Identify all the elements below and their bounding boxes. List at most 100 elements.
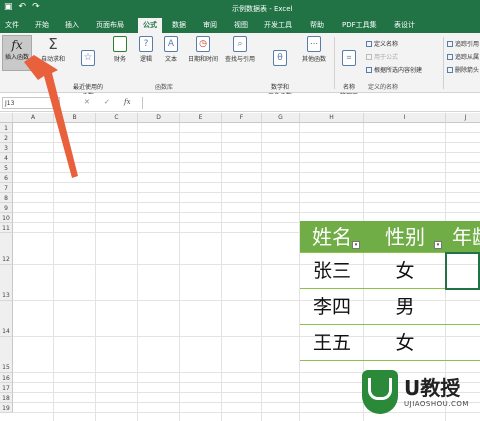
table-cell[interactable]: 男 xyxy=(364,289,446,325)
row-header-1[interactable]: 1 xyxy=(0,123,13,133)
remove-arrows-button[interactable]: 删除箭头 xyxy=(447,65,479,74)
book-icon xyxy=(113,36,127,52)
autosum-button[interactable]: Σ 自动求和 xyxy=(38,36,68,63)
column-header-f[interactable]: F xyxy=(222,113,262,123)
more-icon: ⋯ xyxy=(307,36,321,52)
text-button[interactable]: A 文本 xyxy=(161,36,181,63)
tab-view[interactable]: 视图 xyxy=(234,20,248,30)
ribbon-formulas: fx 插入函数 Σ 自动求和 ☆ 最近使用的 函数 财务 ? 逻辑 A 文本 ◷… xyxy=(0,33,480,100)
table-cell[interactable]: 女 xyxy=(364,325,446,361)
formula-input[interactable] xyxy=(142,97,478,109)
row-header-6[interactable]: 6 xyxy=(0,173,13,183)
enter-icon[interactable]: ✓ xyxy=(104,98,110,106)
table-header-age[interactable]: 年龄 xyxy=(446,221,480,253)
tab-home[interactable]: 开始 xyxy=(35,20,49,30)
create-from-selection-button[interactable]: 根据所选内容创建 xyxy=(366,65,422,74)
table-cell[interactable]: 张三 xyxy=(300,253,364,289)
grid-line xyxy=(13,202,480,203)
trace-precedents-label: 追踪引用 xyxy=(455,41,480,48)
column-header-c[interactable]: C xyxy=(96,113,138,123)
row-header-9[interactable]: 9 xyxy=(0,203,13,213)
quick-access-toolbar: ▣ ↶ ↷ xyxy=(4,2,40,12)
tab-formulas[interactable]: 公式 xyxy=(138,18,162,33)
table-cell[interactable]: 王五 xyxy=(300,325,364,361)
row-header-4[interactable]: 4 xyxy=(0,153,13,163)
shield-logo-icon xyxy=(362,370,398,414)
trace-precedents-icon xyxy=(447,40,453,47)
tab-help[interactable]: 帮助 xyxy=(310,20,324,30)
row-header-2[interactable]: 2 xyxy=(0,133,13,143)
insert-function-label: 插入函数 xyxy=(4,54,29,61)
column-header-j[interactable]: J xyxy=(446,113,480,123)
cancel-icon[interactable]: ✕ xyxy=(84,98,90,106)
insert-function-button[interactable]: fx 插入函数 xyxy=(2,35,32,71)
row-header-13[interactable]: 13 xyxy=(0,265,13,301)
column-header-e[interactable]: E xyxy=(180,113,222,123)
clock-icon: ◷ xyxy=(196,36,210,52)
tab-page-layout[interactable]: 页面布局 xyxy=(96,20,124,30)
table-cell[interactable]: 李四 xyxy=(300,289,364,325)
row-header-8[interactable]: 8 xyxy=(0,193,13,203)
more-functions-button[interactable]: ⋯ 其他函数 xyxy=(300,36,328,63)
star-icon: ☆ xyxy=(81,50,95,66)
use-in-formula-button[interactable]: 用于公式 xyxy=(366,52,398,61)
tab-pdf-tools[interactable]: PDF工具集 xyxy=(342,20,377,30)
tab-data[interactable]: 数据 xyxy=(172,20,186,30)
grid-line xyxy=(221,123,222,421)
row-header-19[interactable]: 19 xyxy=(0,403,13,413)
tab-table-design[interactable]: 表设计 xyxy=(394,20,415,30)
grid-line xyxy=(179,123,180,421)
column-header-a[interactable]: A xyxy=(13,113,54,123)
undo-icon[interactable]: ↶ xyxy=(19,2,27,12)
row-header-11[interactable]: 11 xyxy=(0,223,13,233)
tab-insert[interactable]: 插入 xyxy=(65,20,79,30)
trace-precedents-button[interactable]: 追踪引用 xyxy=(447,39,479,48)
column-header-h[interactable]: H xyxy=(300,113,364,123)
table-cell[interactable] xyxy=(446,289,480,325)
group-label-function-library: 函数库 xyxy=(155,84,174,91)
financial-button[interactable]: 财务 xyxy=(110,36,130,63)
date-time-label: 日期和时间 xyxy=(187,56,218,63)
define-name-button[interactable]: 定义名称 xyxy=(366,39,398,48)
row-header-12[interactable]: 12 xyxy=(0,233,13,265)
select-all-corner[interactable] xyxy=(0,113,13,123)
ribbon-divider xyxy=(334,37,335,89)
table-cell[interactable] xyxy=(446,325,480,361)
column-header-b[interactable]: B xyxy=(54,113,96,123)
row-header-5[interactable]: 5 xyxy=(0,163,13,173)
row-header-10[interactable]: 10 xyxy=(0,213,13,223)
column-header-i[interactable]: I xyxy=(364,113,446,123)
date-time-button[interactable]: ◷ 日期和时间 xyxy=(185,36,221,63)
filter-dropdown-icon[interactable]: ▾ xyxy=(352,241,360,249)
watermark-brand: U教授 xyxy=(404,376,461,400)
row-header-18[interactable]: 18 xyxy=(0,393,13,403)
grid-line xyxy=(13,142,480,143)
tab-file[interactable]: 文件 xyxy=(5,20,19,30)
row-header-7[interactable]: 7 xyxy=(0,183,13,193)
row-header-3[interactable]: 3 xyxy=(0,143,13,153)
save-icon[interactable]: ▣ xyxy=(4,2,13,12)
fx-icon[interactable]: fx xyxy=(124,98,131,106)
lookup-reference-button[interactable]: ⌕ 查找与引用 xyxy=(222,36,258,63)
table-cell[interactable]: 女 xyxy=(364,253,446,289)
logical-button[interactable]: ? 逻辑 xyxy=(136,36,156,63)
row-header-16[interactable]: 16 xyxy=(0,373,13,383)
fx-icon: fx xyxy=(11,38,23,52)
use-in-formula-label: 用于公式 xyxy=(374,54,399,61)
column-header-d[interactable]: D xyxy=(138,113,180,123)
more-functions-label: 其他函数 xyxy=(301,56,326,63)
trace-dependents-icon xyxy=(447,53,453,60)
row-header-15[interactable]: 15 xyxy=(0,337,13,373)
filter-dropdown-icon[interactable]: ▾ xyxy=(434,241,442,249)
column-header-g[interactable]: G xyxy=(262,113,300,123)
grid-line xyxy=(13,192,480,193)
trace-dependents-button[interactable]: 追踪从属 xyxy=(447,52,479,61)
row-header-17[interactable]: 17 xyxy=(0,383,13,393)
tab-developer[interactable]: 开发工具 xyxy=(264,20,292,30)
grid-line xyxy=(13,212,480,213)
row-header-14[interactable]: 14 xyxy=(0,301,13,337)
redo-icon[interactable]: ↷ xyxy=(32,2,40,12)
tab-review[interactable]: 审阅 xyxy=(203,20,217,30)
text-label: 文本 xyxy=(164,56,177,63)
name-box[interactable]: J13 xyxy=(2,97,60,109)
